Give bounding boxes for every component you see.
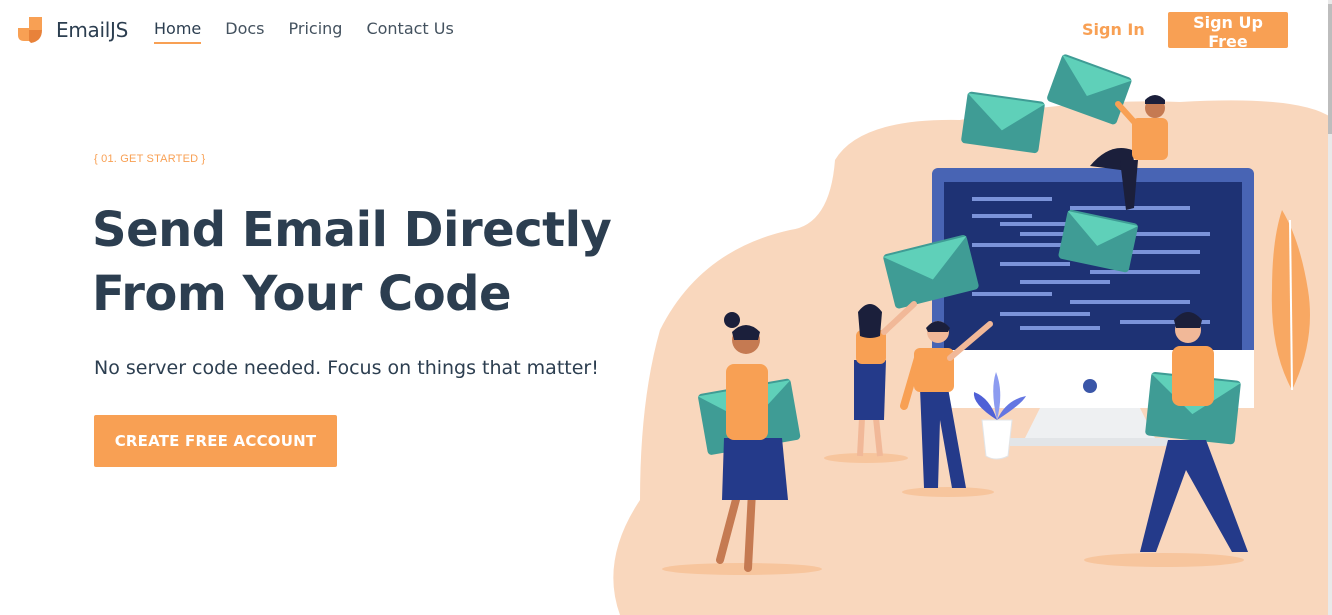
people-sending-emails-illustration: [613, 54, 1332, 615]
page-scrollbar[interactable]: [1328, 0, 1332, 615]
hero-subtext: No server code needed. Focus on things t…: [94, 357, 599, 379]
create-account-button[interactable]: CREATE FREE ACCOUNT: [94, 415, 337, 467]
nav-contact-us[interactable]: Contact Us: [366, 19, 453, 44]
emailjs-logo-icon: [18, 17, 42, 43]
hero-headline: Send Email Directly From Your Code: [92, 202, 612, 322]
section-eyebrow: { 01. GET STARTED }: [94, 153, 206, 165]
sign-in-link[interactable]: Sign In: [1082, 20, 1145, 39]
nav-pricing[interactable]: Pricing: [289, 19, 343, 44]
main-nav: Home Docs Pricing Contact Us: [154, 19, 454, 44]
brand-logo[interactable]: EmailJS: [16, 15, 128, 45]
scrollbar-thumb[interactable]: [1328, 4, 1332, 134]
nav-docs[interactable]: Docs: [225, 19, 264, 44]
envelope-1: [961, 91, 1045, 154]
brand-name: EmailJS: [56, 18, 128, 42]
sign-up-button[interactable]: Sign Up Free: [1168, 12, 1288, 51]
nav-home[interactable]: Home: [154, 19, 202, 44]
